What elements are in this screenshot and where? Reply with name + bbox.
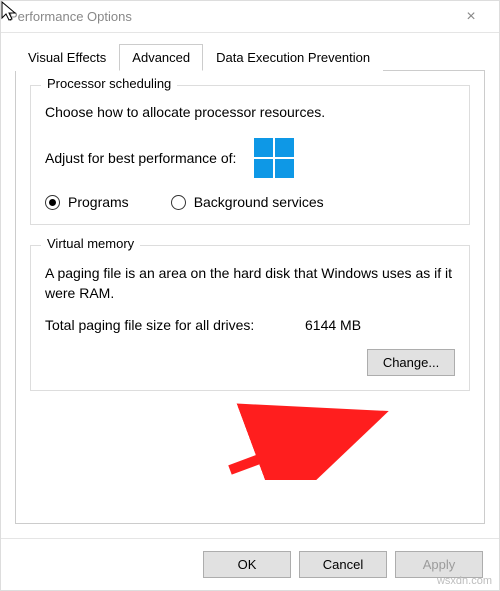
radio-background-indicator [171, 195, 186, 210]
titlebar: Performance Options × [1, 1, 499, 33]
dialog-footer: OK Cancel Apply [1, 538, 499, 590]
paging-file-size-label: Total paging file size for all drives: [45, 317, 305, 333]
tab-visual-effects[interactable]: Visual Effects [15, 44, 119, 71]
window-title: Performance Options [9, 9, 451, 24]
close-icon[interactable]: × [451, 8, 491, 26]
windows-logo-icon [254, 138, 294, 178]
radio-programs-indicator [45, 195, 60, 210]
change-button[interactable]: Change... [367, 349, 455, 376]
performance-radio-group: Programs Background services [45, 194, 455, 210]
adjust-performance-label: Adjust for best performance of: [45, 150, 236, 166]
apply-button[interactable]: Apply [395, 551, 483, 578]
radio-programs[interactable]: Programs [45, 194, 129, 210]
virtual-memory-legend: Virtual memory [41, 236, 140, 251]
performance-options-window: Performance Options × Visual Effects Adv… [0, 0, 500, 591]
change-button-row: Change... [45, 349, 455, 376]
virtual-memory-group: Virtual memory A paging file is an area … [30, 245, 470, 391]
adjust-performance-row: Adjust for best performance of: [45, 138, 455, 178]
tab-advanced[interactable]: Advanced [119, 44, 203, 71]
processor-scheduling-desc: Choose how to allocate processor resourc… [45, 104, 455, 120]
radio-background-services[interactable]: Background services [171, 194, 324, 210]
processor-scheduling-legend: Processor scheduling [41, 76, 177, 91]
tab-dep[interactable]: Data Execution Prevention [203, 44, 383, 71]
tab-content-advanced: Processor scheduling Choose how to alloc… [15, 71, 485, 524]
ok-button[interactable]: OK [203, 551, 291, 578]
window-body: Visual Effects Advanced Data Execution P… [1, 33, 499, 538]
tab-strip: Visual Effects Advanced Data Execution P… [15, 43, 485, 71]
radio-programs-label: Programs [68, 194, 129, 210]
paging-file-size-row: Total paging file size for all drives: 6… [45, 317, 455, 333]
processor-scheduling-group: Processor scheduling Choose how to alloc… [30, 85, 470, 225]
paging-file-size-value: 6144 MB [305, 317, 361, 333]
cancel-button[interactable]: Cancel [299, 551, 387, 578]
virtual-memory-desc: A paging file is an area on the hard dis… [45, 264, 455, 303]
radio-background-label: Background services [194, 194, 324, 210]
